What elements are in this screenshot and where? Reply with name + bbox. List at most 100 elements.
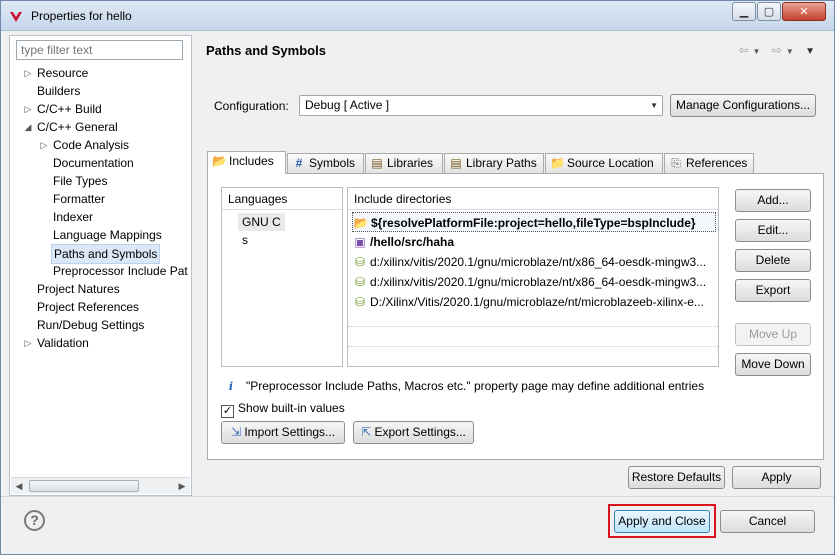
language-item-s[interactable]: s — [242, 231, 248, 249]
configuration-row: Configuration: Debug [ Active ] ▼ Manage… — [206, 85, 824, 145]
back-dropdown-icon[interactable]: ▼ — [753, 47, 765, 56]
scroll-left-icon[interactable]: ◀ — [11, 478, 27, 494]
tree-item-label: Resource — [37, 66, 89, 80]
configuration-select[interactable]: Debug [ Active ] ▼ — [299, 95, 663, 116]
language-item-gnu-c[interactable]: GNU C — [238, 213, 285, 231]
include-directories-header: Include directories — [348, 188, 718, 210]
tab-libraries[interactable]: ▤ Libraries — [365, 153, 443, 173]
tab-source-location[interactable]: 📁 Source Location — [545, 153, 663, 173]
include-dir-row[interactable]: ▣ /hello/src/haha — [352, 232, 716, 252]
include-dir-row[interactable]: ⛁ D:/Xilinx/Vitis/2020.1/gnu/microblaze/n… — [352, 292, 716, 312]
include-dir-row[interactable]: 📂 ${resolvePlatformFile:project=hello,fil… — [352, 212, 716, 232]
maximize-icon: ▢ — [763, 6, 775, 18]
tree-item-label: Documentation — [53, 156, 134, 170]
delete-button[interactable]: Delete — [735, 249, 811, 272]
back-arrow-icon[interactable]: ⇦ — [738, 43, 752, 57]
includes-icon: 📂 — [212, 154, 227, 168]
tree-item-label: Language Mappings — [53, 228, 162, 242]
move-down-button[interactable]: Move Down — [735, 353, 811, 376]
tab-includes[interactable]: 📂 Includes — [207, 151, 286, 174]
scroll-thumb[interactable] — [29, 480, 139, 492]
minimize-icon: ▁ — [739, 6, 749, 18]
forward-dropdown-icon[interactable]: ▼ — [786, 47, 798, 56]
horizontal-scrollbar[interactable]: ◀ ▶ — [11, 477, 190, 494]
tree-item-label: Code Analysis — [53, 138, 130, 152]
export-settings-label: Export Settings... — [374, 425, 466, 439]
manage-configurations-button[interactable]: Manage Configurations... — [670, 94, 816, 117]
show-builtin-checkbox[interactable]: ✓ — [221, 405, 234, 418]
cancel-button[interactable]: Cancel — [720, 510, 815, 533]
import-settings-label: Import Settings... — [244, 425, 336, 439]
tab-library-paths[interactable]: ▤ Library Paths — [444, 153, 544, 173]
library-path-icon: ▤ — [450, 156, 462, 170]
history-nav: ⇦▼ ⇨▼ ▼ — [738, 43, 819, 57]
minimize-button[interactable]: ▁ — [732, 2, 756, 21]
title-bar: Properties for hello ▁ ▢ ✕ — [1, 1, 834, 31]
includes-panel: Languages GNU C s Include directories 📂 $… — [207, 173, 824, 460]
include-dir-row[interactable]: ⛁ d:/xilinx/vitis/2020.1/gnu/microblaze/n… — [352, 272, 716, 292]
tab-label: Library Paths — [466, 156, 537, 170]
tree-item-label: Project References — [37, 300, 140, 314]
include-dir-path: d:/xilinx/vitis/2020.1/gnu/microblaze/nt… — [370, 255, 707, 269]
info-message: i "Preprocessor Include Paths, Macros etc… — [224, 379, 704, 393]
collapse-arrow-icon[interactable]: ◢ — [23, 118, 33, 136]
close-icon: ✕ — [799, 6, 809, 18]
forward-arrow-icon[interactable]: ⇨ — [772, 43, 786, 57]
workspace-folder-icon: ▣ — [354, 235, 366, 249]
include-dir-path: D:/Xilinx/Vitis/2020.1/gnu/microblaze/nt… — [370, 295, 704, 309]
builtin-include-icon: ⛁ — [354, 295, 366, 309]
show-builtin-label: Show built-in values — [238, 401, 345, 415]
expand-arrow-icon[interactable]: ▷ — [23, 64, 33, 82]
tab-references[interactable]: ⎘ References — [664, 153, 754, 173]
tree-item-label: Indexer — [53, 210, 94, 224]
info-icon: i — [224, 379, 238, 393]
tree-item-label: File Types — [53, 174, 108, 188]
maximize-button[interactable]: ▢ — [757, 2, 781, 21]
references-icon: ⎘ — [671, 156, 681, 170]
tab-label: Symbols — [309, 156, 356, 170]
help-icon[interactable]: ? — [24, 510, 45, 531]
include-dir-path: ${resolvePlatformFile:project=hello,file… — [371, 216, 696, 230]
list-divider — [348, 346, 718, 347]
import-icon: ⇲ — [230, 425, 241, 439]
move-up-button[interactable]: Move Up — [735, 323, 811, 346]
edit-button[interactable]: Edit... — [735, 219, 811, 242]
tree-item-label: Run/Debug Settings — [37, 318, 145, 332]
tab-label: Includes — [229, 154, 274, 168]
include-dir-path: /hello/src/haha — [370, 235, 455, 249]
chevron-down-icon: ▼ — [650, 101, 658, 110]
export-icon: ⇱ — [361, 425, 372, 439]
languages-list[interactable]: Languages GNU C s — [221, 187, 343, 367]
properties-dialog: Properties for hello ▁ ▢ ✕ ▷ Resource Bu… — [0, 0, 835, 555]
import-settings-button[interactable]: ⇲ Import Settings... — [221, 421, 345, 444]
expand-arrow-icon[interactable]: ▷ — [23, 334, 33, 352]
tree-item-label: C/C++ General — [37, 120, 118, 134]
view-menu-icon[interactable]: ▼ — [805, 46, 819, 57]
close-button[interactable]: ✕ — [782, 2, 826, 21]
include-directories-list[interactable]: Include directories 📂 ${resolvePlatformFi… — [347, 187, 719, 367]
page-title: Paths and Symbols — [206, 43, 326, 58]
info-text: "Preprocessor Include Paths, Macros etc.… — [246, 379, 705, 393]
restore-defaults-button[interactable]: Restore Defaults — [628, 466, 725, 489]
tree-item-label: Paths and Symbols — [51, 244, 161, 264]
expand-arrow-icon[interactable]: ▷ — [23, 100, 33, 118]
tree-item-label: Preprocessor Include Pat — [53, 264, 188, 278]
configuration-value: Debug [ Active ] — [305, 98, 390, 112]
highlight-annotation — [608, 504, 716, 538]
export-button[interactable]: Export — [735, 279, 811, 302]
export-settings-button[interactable]: ⇱ Export Settings... — [353, 421, 474, 444]
show-builtin-values-row[interactable]: ✓ Show built-in values — [221, 401, 345, 418]
folder-include-icon: 📂 — [353, 216, 369, 230]
tree-item-label: Builders — [37, 84, 81, 98]
filter-input[interactable] — [16, 40, 183, 60]
include-dir-row[interactable]: ⛁ d:/xilinx/vitis/2020.1/gnu/microblaze/n… — [352, 252, 716, 272]
add-button[interactable]: Add... — [735, 189, 811, 212]
tab-symbols[interactable]: # Symbols — [287, 153, 364, 173]
apply-button[interactable]: Apply — [732, 466, 821, 489]
tab-label: Libraries — [387, 156, 434, 170]
tree-item-label: Project Natures — [37, 282, 120, 296]
expand-arrow-icon[interactable]: ▷ — [39, 136, 49, 154]
scroll-right-icon[interactable]: ▶ — [174, 478, 190, 494]
folder-icon: 📁 — [550, 156, 565, 170]
languages-header: Languages — [222, 188, 342, 210]
